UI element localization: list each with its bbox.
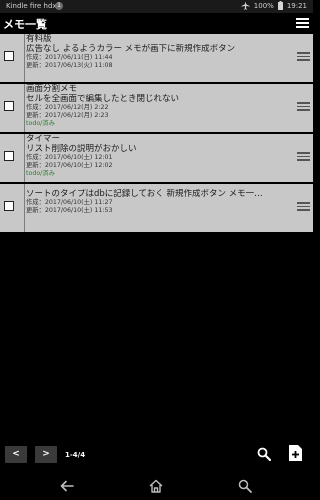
memo-tag: todo/済み [26, 120, 55, 127]
memo-body: リスト削除の説明がおかしい [26, 144, 137, 154]
memo-body: 広告なし よるようカラー メモが画下に新規作成ボタン [26, 44, 236, 54]
drag-handle-icon[interactable] [297, 202, 310, 212]
memo-content[interactable]: ソートのタイプはdbに記録しておく 新規作成ボタン メモ一… 作成：2017/0… [26, 184, 283, 215]
page-count: 1-4/4 [65, 450, 86, 459]
memo-title: 有料版 [26, 34, 52, 44]
prev-page-button[interactable]: < [5, 446, 27, 463]
memo-title: 画面分割メモ [26, 84, 78, 94]
memo-created: 作成：2017/06/10(土) 12:01 [26, 154, 113, 161]
battery-percent: 100% [253, 1, 274, 10]
memo-updated: 更新：2017/06/12(月) 2:23 [26, 112, 109, 119]
app-bar: メモ一覧 [0, 13, 313, 34]
memo-content[interactable]: 有料版 広告なし よるようカラー メモが画下に新規作成ボタン 作成：2017/0… [26, 34, 283, 70]
list-item[interactable]: 有料版 広告なし よるようカラー メモが画下に新規作成ボタン 作成：2017/0… [0, 34, 313, 82]
memo-body: ソートのタイプはdbに記録しておく 新規作成ボタン メモ一… [26, 189, 263, 199]
drag-handle-icon[interactable] [297, 102, 310, 112]
pager: < > 1-4/4 [5, 446, 85, 463]
memo-created: 作成：2017/06/12(月) 2:22 [26, 104, 109, 111]
divider [24, 84, 25, 132]
divider [24, 134, 25, 182]
page-title: メモ一覧 [3, 18, 47, 31]
drag-handle-icon[interactable] [297, 152, 310, 162]
clock: 19:21 [286, 1, 307, 10]
divider [24, 34, 25, 82]
search-icon[interactable] [257, 446, 272, 465]
memo-updated: 更新：2017/06/10(土) 12:02 [26, 162, 113, 169]
status-right: 100% 19:21 [241, 1, 307, 10]
memo-list: 有料版 広告なし よるようカラー メモが画下に新規作成ボタン 作成：2017/0… [0, 34, 313, 234]
select-checkbox[interactable] [4, 201, 14, 211]
select-checkbox[interactable] [4, 51, 14, 61]
new-memo-icon[interactable] [289, 445, 302, 465]
notification-badge: 1 [55, 2, 63, 10]
memo-title: タイマー [26, 134, 61, 144]
airplane-icon [241, 1, 250, 10]
drag-handle-icon[interactable] [297, 52, 310, 62]
select-checkbox[interactable] [4, 101, 14, 111]
memo-created: 作成：2017/06/10(土) 11:27 [26, 199, 113, 206]
battery-icon [277, 1, 283, 10]
memo-content[interactable]: 画面分割メモ セルを全画面で編集したとき閉じれない 作成：2017/06/12(… [26, 84, 283, 127]
memo-updated: 更新：2017/06/10(土) 11:53 [26, 207, 113, 214]
memo-created: 作成：2017/06/11(日) 11:44 [26, 54, 113, 61]
memo-body: セルを全画面で編集したとき閉じれない [26, 94, 180, 104]
search-icon[interactable] [238, 478, 252, 497]
list-item[interactable]: タイマー リスト削除の説明がおかしい 作成：2017/06/10(土) 12:0… [0, 134, 313, 182]
divider [24, 184, 25, 232]
status-bar: Kindle fire hdx 1 100% 19:21 [0, 0, 313, 13]
hamburger-menu-icon[interactable] [296, 16, 309, 30]
select-checkbox[interactable] [4, 151, 14, 161]
list-item[interactable]: ソートのタイプはdbに記録しておく 新規作成ボタン メモ一… 作成：2017/0… [0, 184, 313, 232]
memo-updated: 更新：2017/06/13(火) 11:08 [26, 62, 113, 69]
list-item[interactable]: 画面分割メモ セルを全画面で編集したとき閉じれない 作成：2017/06/12(… [0, 84, 313, 132]
memo-content[interactable]: タイマー リスト削除の説明がおかしい 作成：2017/06/10(土) 12:0… [26, 134, 283, 177]
next-page-button[interactable]: > [35, 446, 57, 463]
device-name: Kindle fire hdx [6, 2, 57, 10]
back-arrow-icon[interactable] [60, 478, 74, 497]
memo-tag: todo/済み [26, 170, 55, 177]
navigation-bar [0, 472, 313, 500]
home-icon[interactable] [149, 478, 163, 497]
